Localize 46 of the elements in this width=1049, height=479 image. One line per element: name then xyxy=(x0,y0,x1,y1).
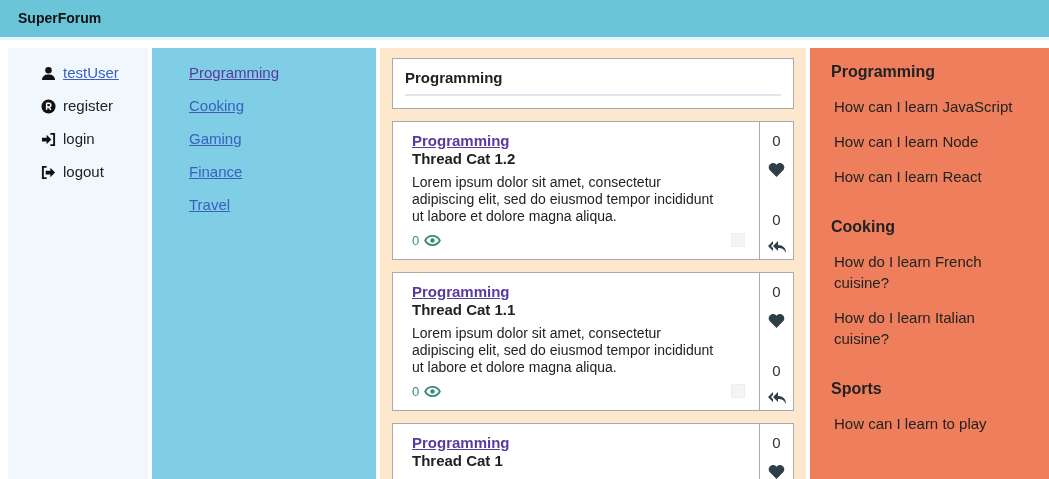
view-count: 0 xyxy=(412,231,420,250)
thread-body: Lorem ipsum dolor sit amet, consectetur adipiscing elit, sed do eiusmod tempor incididunt ut labore et dolore magna aliqua. xyxy=(412,324,715,376)
sign-in-icon xyxy=(41,131,56,147)
thread-link[interactable]: How do I learn Italian cuisine? xyxy=(834,307,1019,349)
menu-link[interactable]: login xyxy=(63,127,95,151)
heart-icon[interactable] xyxy=(768,463,785,479)
category-link[interactable]: Finance xyxy=(189,161,243,183)
reply-count: 0 xyxy=(772,209,781,230)
category-link[interactable]: Programming xyxy=(412,131,510,150)
user-icon xyxy=(41,65,56,81)
eye-icon xyxy=(424,385,442,397)
eye-icon xyxy=(424,234,442,246)
sign-out-icon xyxy=(41,164,56,180)
view-count: 0 xyxy=(412,382,420,401)
like-count: 0 xyxy=(772,281,781,302)
thread-body: Lorem ipsum dolor sit amet, consectetur adipiscing elit, sed do eiusmod tempor incididunt ut labore et dolore magna aliqua. xyxy=(412,173,715,225)
reply-all-icon[interactable] xyxy=(766,391,787,406)
site-title[interactable]: SuperForum xyxy=(18,8,102,29)
category-heading: Sports xyxy=(831,379,883,399)
category-link[interactable]: Programming xyxy=(412,282,510,301)
reply-count: 0 xyxy=(772,360,781,381)
category-heading: Cooking xyxy=(831,217,896,237)
like-count: 0 xyxy=(772,130,781,151)
heart-icon[interactable] xyxy=(768,161,785,177)
category-link[interactable]: Programming xyxy=(189,62,280,84)
category-link[interactable]: Travel xyxy=(189,194,231,216)
category-link[interactable]: Programming xyxy=(412,433,510,452)
menu-link[interactable]: register xyxy=(63,94,114,118)
category-title: Programming xyxy=(405,67,781,96)
like-count: 0 xyxy=(772,432,781,453)
thread-link[interactable]: How can I learn JavaScript xyxy=(834,96,1019,117)
thread-title[interactable]: Thread Cat 1.1 xyxy=(412,300,745,319)
heart-icon[interactable] xyxy=(768,312,785,328)
category-heading: Programming xyxy=(831,62,936,82)
thread-link[interactable]: How can I learn React xyxy=(834,166,1019,187)
category-link[interactable]: Cooking xyxy=(189,95,245,117)
thread-title[interactable]: Thread Cat 1 xyxy=(412,451,745,470)
thread-link[interactable]: How do I learn French cuisine? xyxy=(834,251,1019,293)
menu-link[interactable]: logout xyxy=(63,160,104,184)
registered-icon xyxy=(41,98,56,114)
category-link[interactable]: Gaming xyxy=(189,128,242,150)
thread-title[interactable]: Thread Cat 1.2 xyxy=(412,149,745,168)
user-link[interactable]: testUser xyxy=(63,61,119,85)
reply-all-icon[interactable] xyxy=(766,240,787,255)
thread-link[interactable]: How can I learn Node xyxy=(834,131,1019,152)
thread-link[interactable]: How can I learn to play xyxy=(834,413,1019,434)
